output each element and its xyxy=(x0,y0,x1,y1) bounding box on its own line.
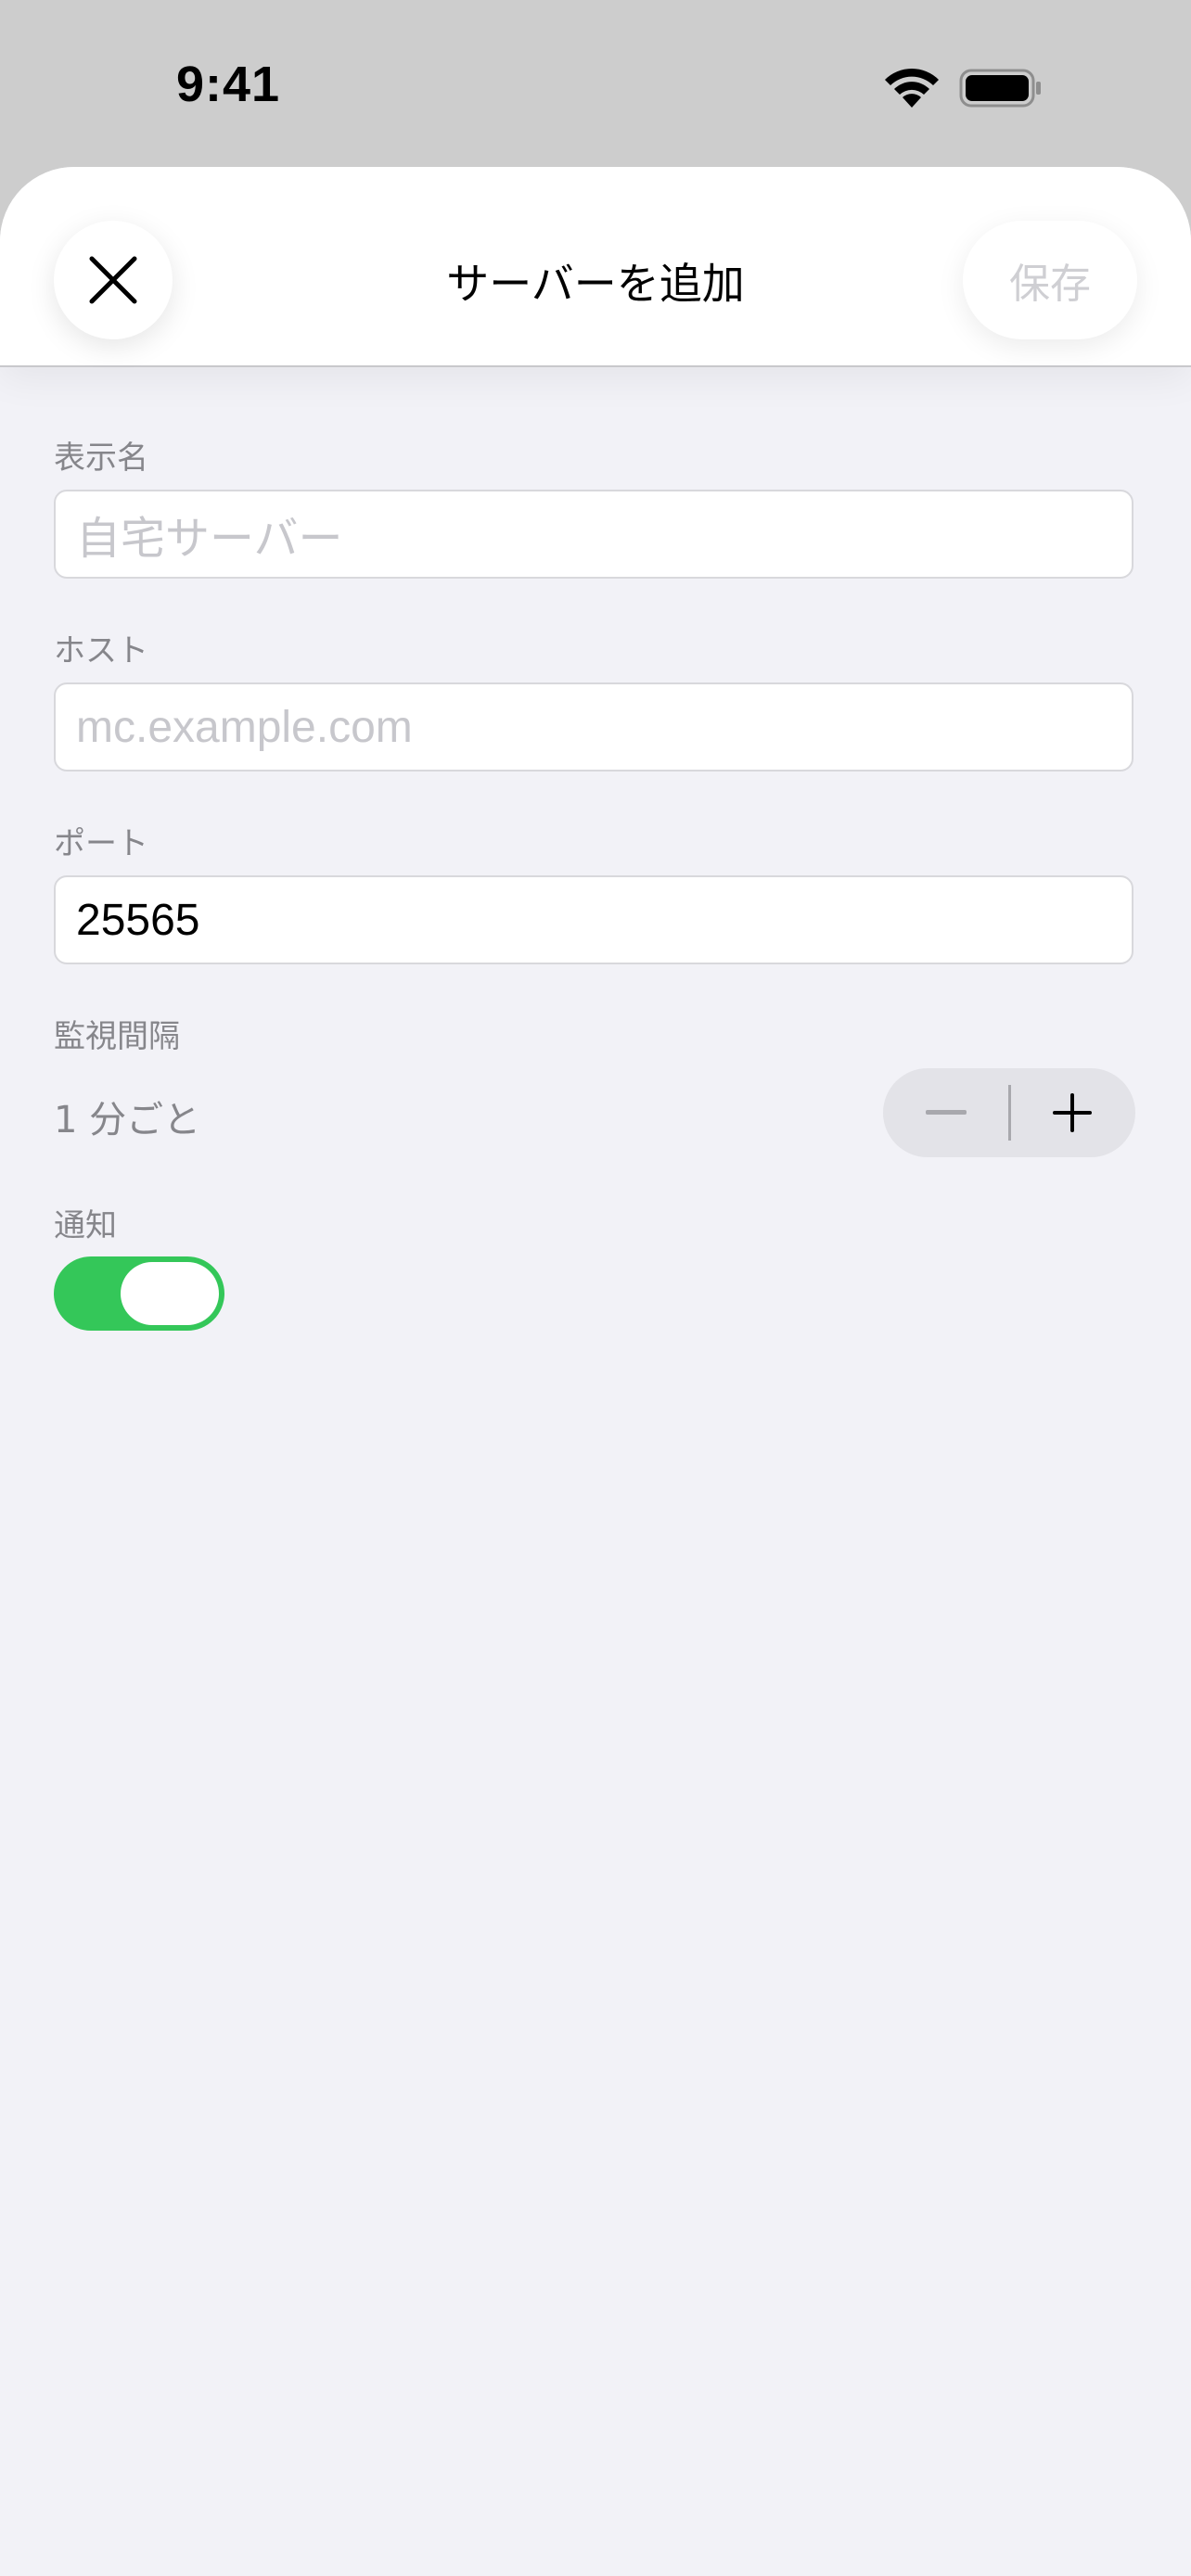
interval-label: 監視間隔 xyxy=(54,1018,180,1055)
port-value: 25565 xyxy=(76,895,200,945)
battery-icon xyxy=(959,69,1041,108)
decrement-button[interactable] xyxy=(883,1068,1009,1157)
toggle-knob xyxy=(121,1262,219,1325)
host-placeholder: mc.example.com xyxy=(76,702,413,752)
display-name-label: 表示名 xyxy=(54,440,148,477)
interval-stepper[interactable] xyxy=(883,1068,1135,1157)
increment-button[interactable] xyxy=(1009,1068,1135,1157)
port-label: ポート xyxy=(54,825,148,862)
interval-value: 1 分ごと xyxy=(54,1099,201,1141)
add-server-sheet: サーバーを追加 保存 表示名 自宅サーバー ホスト mc.example.com… xyxy=(0,167,1191,2576)
display-name-placeholder: 自宅サーバー xyxy=(76,515,343,564)
save-button[interactable]: 保存 xyxy=(963,221,1137,339)
notifications-toggle[interactable] xyxy=(54,1256,224,1331)
notifications-label: 通知 xyxy=(54,1207,117,1244)
status-time: 9:41 xyxy=(176,57,281,112)
plus-icon xyxy=(1053,1093,1092,1132)
sheet-header: サーバーを追加 保存 xyxy=(0,167,1191,367)
minus-icon xyxy=(926,1110,967,1115)
host-label: ホスト xyxy=(54,632,148,670)
stepper-divider xyxy=(1008,1085,1011,1141)
display-name-field[interactable]: 自宅サーバー xyxy=(54,490,1133,579)
wifi-icon xyxy=(885,68,939,108)
port-field[interactable]: 25565 xyxy=(54,875,1133,964)
host-field[interactable]: mc.example.com xyxy=(54,682,1133,772)
